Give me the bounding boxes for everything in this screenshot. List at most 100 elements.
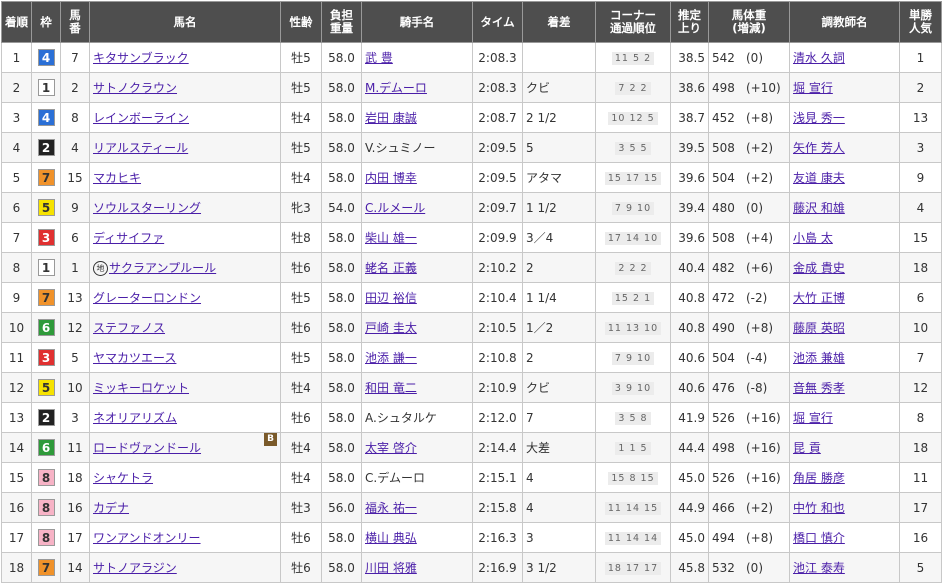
trainer-link[interactable]: 藤沢 和雄 <box>793 201 845 215</box>
last3f-cell: 40.6 <box>670 342 709 373</box>
horse-name-link[interactable]: ディサイファ <box>93 231 164 245</box>
horse-name-link[interactable]: リアルスティール <box>93 141 188 155</box>
horse-no-cell: 9 <box>60 192 90 223</box>
table-row: 4 2 4 リアルスティール 牡5 58.0 V.シュミノー 2:09.5 5 … <box>1 132 942 163</box>
trainer-link[interactable]: 小島 太 <box>793 231 833 245</box>
frame-cell: 8 <box>31 492 61 523</box>
jockey-link[interactable]: 池添 謙一 <box>365 351 417 365</box>
horse-name-link[interactable]: カデナ <box>93 501 129 515</box>
trainer-link[interactable]: 池添 兼雄 <box>793 351 845 365</box>
trainer-link[interactable]: 音無 秀孝 <box>793 381 845 395</box>
horse-name-cell: リアルスティール <box>89 132 281 163</box>
rank-cell: 9 <box>1 282 32 313</box>
horse-name-link[interactable]: マカヒキ <box>93 171 141 185</box>
corners-cell: 15 17 15 <box>595 162 671 193</box>
trainer-link[interactable]: 大竹 正博 <box>793 291 845 305</box>
trainer-link[interactable]: 清水 久詞 <box>793 51 845 65</box>
trainer-cell: 池添 兼雄 <box>789 342 900 373</box>
sex-age-cell: 牡3 <box>280 492 322 523</box>
jockey-link[interactable]: 福永 祐一 <box>365 501 417 515</box>
trainer-link[interactable]: 角居 勝彦 <box>793 471 845 485</box>
jockey-link[interactable]: C.ルメール <box>365 201 425 215</box>
corners-cell: 17 14 10 <box>595 222 671 253</box>
horse-name-link[interactable]: ロードヴァンドール <box>93 441 201 455</box>
jockey-cell: 和田 竜二 <box>361 372 473 403</box>
trainer-link[interactable]: 昆 貢 <box>793 441 821 455</box>
trainer-link[interactable]: 橋口 慎介 <box>793 531 845 545</box>
corners-cell: 11 13 10 <box>595 312 671 343</box>
margin-cell: 2 <box>522 252 596 283</box>
body-weight: 504 <box>712 350 735 365</box>
weight-load-cell: 58.0 <box>321 132 362 163</box>
horse-name-link[interactable]: サクラアンプルール <box>109 261 216 275</box>
horse-name-link[interactable]: グレーターロンドン <box>93 291 201 305</box>
horse-no-cell: 10 <box>60 372 90 403</box>
jockey-link[interactable]: 太宰 啓介 <box>365 441 417 455</box>
trainer-link[interactable]: 矢作 芳人 <box>793 141 845 155</box>
horse-name-link[interactable]: シャケトラ <box>93 471 153 485</box>
horse-name-link[interactable]: ネオリアリズム <box>93 411 177 425</box>
jockey-link[interactable]: 蛯名 正義 <box>365 261 417 275</box>
weight-load-cell: 58.0 <box>321 342 362 373</box>
horse-name-link[interactable]: レインボーライン <box>93 111 189 125</box>
rank-cell: 4 <box>1 132 32 163</box>
time-cell: 2:08.7 <box>472 102 523 133</box>
horse-name-link[interactable]: ワンアンドオンリー <box>93 531 201 545</box>
jockey-cell: 田辺 裕信 <box>361 282 473 313</box>
trainer-link[interactable]: 友道 康夫 <box>793 171 845 185</box>
jockey-name: A.シュタルケ <box>365 411 437 425</box>
margin-cell: クビ <box>522 72 596 103</box>
rank-cell: 1 <box>1 42 32 73</box>
rank-cell: 11 <box>1 342 32 373</box>
horse-no-cell: 8 <box>60 102 90 133</box>
popularity-cell: 7 <box>899 342 942 373</box>
table-row: 18 7 14 サトノアラジン 牡6 58.0 川田 将雅 2:16.9 3 1… <box>1 552 942 583</box>
body-weight: 508 <box>712 230 735 245</box>
corner-positions: 3 9 10 <box>611 382 655 395</box>
jockey-link[interactable]: 田辺 裕信 <box>365 291 417 305</box>
time-cell: 2:12.0 <box>472 402 523 433</box>
jockey-link[interactable]: 川田 将雅 <box>365 561 417 575</box>
jockey-link[interactable]: 岩田 康誠 <box>365 111 417 125</box>
trainer-link[interactable]: 中竹 和也 <box>793 501 845 515</box>
time-cell: 2:16.9 <box>472 552 523 583</box>
horse-name-cell: グレーターロンドン <box>89 282 281 313</box>
trainer-link[interactable]: 浅見 秀一 <box>793 111 845 125</box>
horse-name-link[interactable]: ヤマカツエース <box>93 351 176 365</box>
jockey-link[interactable]: 和田 竜二 <box>365 381 417 395</box>
body-weight-cell: 526 (+16) <box>708 402 790 433</box>
trainer-cell: 浅見 秀一 <box>789 102 900 133</box>
horse-name-link[interactable]: サトノアラジン <box>93 561 177 575</box>
horse-name-link[interactable]: サトノクラウン <box>93 81 177 95</box>
trainer-link[interactable]: 堀 宣行 <box>793 81 833 95</box>
horse-name-cell: キタサンブラック <box>89 42 281 73</box>
horse-name-link[interactable]: ミッキーロケット <box>93 381 189 395</box>
horse-name-link[interactable]: ステファノス <box>93 321 165 335</box>
jockey-link[interactable]: 内田 博幸 <box>365 171 417 185</box>
blinker-badge: B <box>264 433 277 446</box>
jockey-cell: A.シュタルケ <box>361 402 473 433</box>
horse-name-link[interactable]: キタサンブラック <box>93 51 189 65</box>
body-weight: 542 <box>712 50 735 65</box>
trainer-link[interactable]: 池江 泰寿 <box>793 561 845 575</box>
margin-cell: 4 <box>522 462 596 493</box>
weight-load-cell: 58.0 <box>321 162 362 193</box>
horse-name-link[interactable]: ソウルスターリング <box>93 201 201 215</box>
jockey-cell: V.シュミノー <box>361 132 473 163</box>
trainer-link[interactable]: 藤原 英昭 <box>793 321 845 335</box>
frame-cell: 1 <box>31 252 61 283</box>
jockey-link[interactable]: 横山 典弘 <box>365 531 417 545</box>
sex-age-cell: 牡4 <box>280 432 322 463</box>
jockey-link[interactable]: M.デムーロ <box>365 81 427 95</box>
jockey-link[interactable]: 戸崎 圭太 <box>365 321 417 335</box>
sex-age-cell: 牡6 <box>280 252 322 283</box>
frame-badge: 2 <box>37 409 55 426</box>
trainer-link[interactable]: 金成 貴史 <box>793 261 845 275</box>
jockey-link[interactable]: 武 豊 <box>365 51 393 65</box>
corners-cell: 7 2 2 <box>595 72 671 103</box>
margin-cell: 1／2 <box>522 312 596 343</box>
body-weight-cell: 508 (+4) <box>708 222 790 253</box>
table-row: 3 4 8 レインボーライン 牡4 58.0 岩田 康誠 2:08.7 2 1/… <box>1 102 942 133</box>
jockey-link[interactable]: 柴山 雄一 <box>365 231 417 245</box>
trainer-link[interactable]: 堀 宣行 <box>793 411 833 425</box>
